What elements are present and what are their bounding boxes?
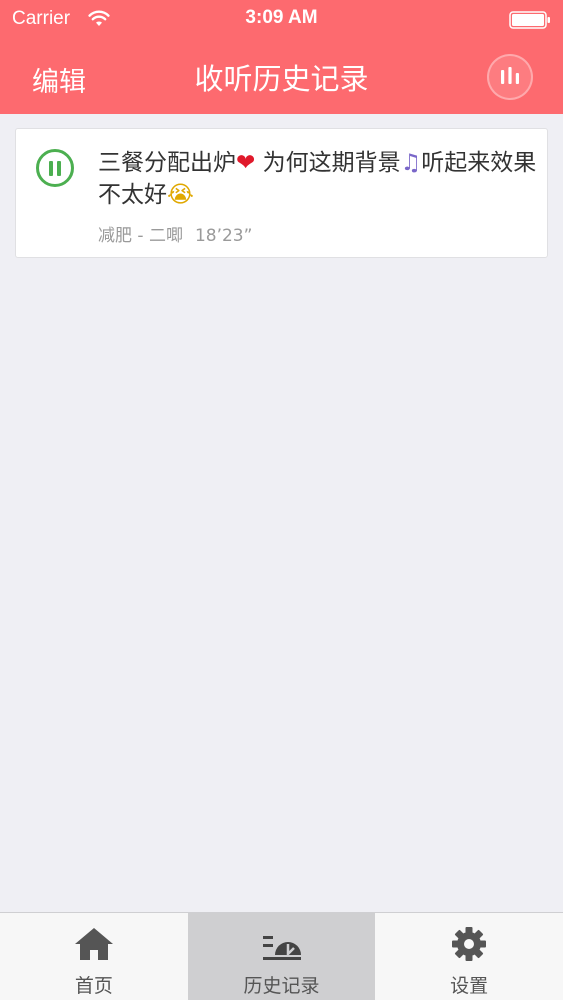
pause-icon-bar [57, 160, 61, 176]
heart-emoji-icon: ❤ [236, 150, 256, 176]
tab-label: 设置 [450, 975, 489, 997]
pause-button[interactable] [36, 149, 74, 187]
episode-meta: 减肥 - 二唧 18’23” [98, 221, 252, 246]
episode-title: 三餐分配出炉❤ 为何这期背景♫听起来效果不太好😭 [98, 147, 538, 211]
history-icon [262, 936, 301, 960]
music-note-emoji-icon: ♫ [400, 150, 422, 176]
episode-duration: 18’23” [194, 226, 253, 246]
edit-button[interactable]: 编辑 [32, 60, 86, 99]
tab-history[interactable]: 历史记录 [187, 913, 376, 1000]
home-icon [74, 928, 113, 960]
nav-bar: 编辑 收听历史记录 [0, 38, 563, 114]
status-time: 3:09 AM [245, 7, 318, 28]
tab-bar: 首页 历史记录 设置 [0, 912, 563, 1000]
tab-settings[interactable]: 设置 [375, 913, 563, 1000]
equalizer-icon [501, 67, 519, 84]
history-item[interactable]: 三餐分配出炉❤ 为何这期背景♫听起来效果不太好😭 减肥 - 二唧 18’23” [15, 128, 548, 258]
crying-face-emoji-icon: 😭 [167, 182, 194, 208]
episode-title-part: 为何这期背景 [255, 150, 401, 176]
gear-icon [452, 927, 487, 961]
status-bar: Carrier 3:09 AM [0, 0, 563, 38]
episode-title-part: 三餐分配出炉 [98, 150, 236, 176]
tab-label: 首页 [74, 975, 113, 997]
tab-home[interactable]: 首页 [0, 913, 188, 1000]
app-screen: Carrier 3:09 AM 编辑 收听历史记录 三餐分配出炉❤ 为何这期背景… [0, 0, 563, 1000]
pause-icon-bar [49, 160, 53, 176]
battery-icon [509, 11, 550, 29]
episode-tag: 减肥 - 二唧 [98, 226, 183, 246]
now-playing-button[interactable] [487, 54, 533, 100]
top-bar: Carrier 3:09 AM 编辑 收听历史记录 [0, 0, 563, 114]
tab-label: 历史记录 [243, 975, 320, 997]
